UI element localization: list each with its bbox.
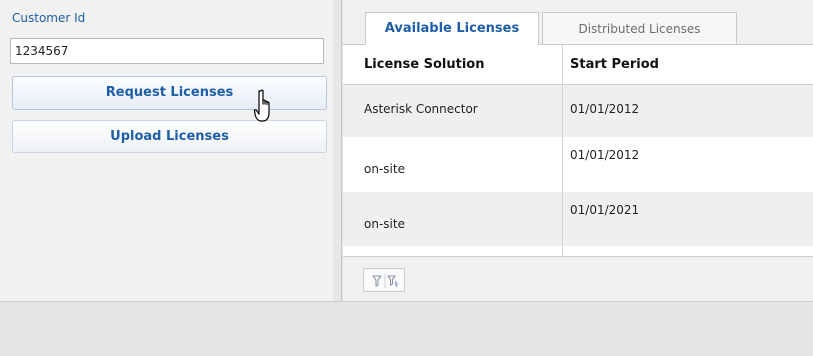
status-bar [0, 301, 813, 356]
cell-license-solution: on-site [364, 162, 405, 176]
column-header-start-period[interactable]: Start Period [570, 45, 659, 84]
upload-licenses-button[interactable]: Upload Licenses [12, 120, 327, 153]
tab-bar: Available Licenses Distributed Licenses [343, 0, 813, 45]
table-row[interactable]: on-site 01/01/2021 [343, 192, 813, 246]
cell-start-period: 01/01/2012 [570, 102, 640, 116]
tab-distributed-licenses[interactable]: Distributed Licenses [542, 12, 737, 44]
hand-pointer-cursor-icon [253, 89, 270, 122]
column-header-license-solution[interactable]: License Solution [364, 45, 484, 84]
table-footer-toolbar [343, 256, 813, 302]
table-row[interactable] [343, 246, 813, 256]
column-divider [562, 45, 563, 256]
filter-icon [372, 274, 398, 288]
cell-license-solution: on-site [364, 217, 405, 231]
cell-start-period: 01/01/2012 [570, 148, 640, 162]
right-panel: Available Licenses Distributed Licenses … [343, 0, 813, 302]
licenses-table: License Solution Start Period Asterisk C… [343, 45, 813, 256]
customer-id-label: Customer Id [12, 11, 86, 25]
left-panel: Customer Id 1234567 Request Licenses Upl… [0, 0, 334, 301]
request-licenses-button[interactable]: Request Licenses [12, 76, 327, 110]
cell-license-solution: Asterisk Connector [364, 102, 478, 116]
tab-available-licenses[interactable]: Available Licenses [365, 12, 539, 45]
table-row[interactable]: on-site 01/01/2012 [343, 137, 813, 192]
table-row[interactable]: Asterisk Connector 01/01/2012 [343, 85, 813, 137]
panel-splitter[interactable] [333, 0, 342, 301]
filter-toolbar-button[interactable] [363, 268, 405, 292]
customer-id-input[interactable]: 1234567 [10, 38, 324, 64]
table-header: License Solution Start Period [343, 45, 813, 85]
cell-start-period: 01/01/2021 [570, 203, 640, 217]
